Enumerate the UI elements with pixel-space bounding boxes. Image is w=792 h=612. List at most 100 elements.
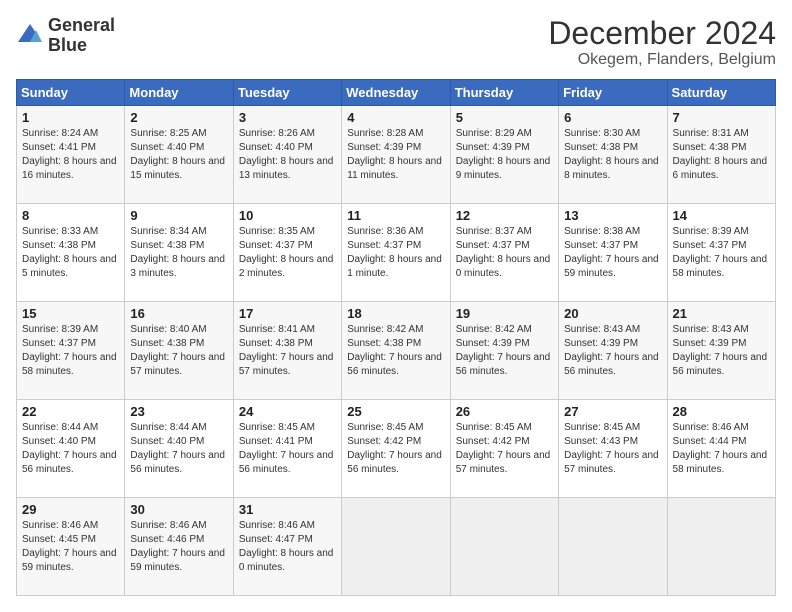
- col-thursday: Thursday: [450, 80, 558, 106]
- day-number: 21: [673, 306, 770, 321]
- day-info: Sunrise: 8:46 AMSunset: 4:47 PMDaylight:…: [239, 519, 336, 575]
- calendar-cell: 8 Sunrise: 8:33 AMSunset: 4:38 PMDaylight…: [17, 204, 125, 302]
- day-number: 22: [22, 404, 119, 419]
- calendar-cell: 30Sunrise: 8:46 AMSunset: 4:46 PMDayligh…: [125, 498, 233, 596]
- day-number: 19: [456, 306, 553, 321]
- calendar-cell: 9 Sunrise: 8:34 AMSunset: 4:38 PMDaylight…: [125, 204, 233, 302]
- calendar-cell: 10 Sunrise: 8:35 AMSunset: 4:37 PMDayligh…: [233, 204, 341, 302]
- day-info: Sunrise: 8:40 AMSunset: 4:38 PMDaylight:…: [130, 323, 227, 379]
- day-info: Sunrise: 8:31 AMSunset: 4:38 PMDaylight:…: [673, 127, 770, 183]
- day-info: Sunrise: 8:44 AMSunset: 4:40 PMDaylight:…: [22, 421, 119, 477]
- day-number: 30: [130, 502, 227, 517]
- calendar-cell: 15Sunrise: 8:39 AMSunset: 4:37 PMDayligh…: [17, 302, 125, 400]
- day-info: Sunrise: 8:41 AMSunset: 4:38 PMDaylight:…: [239, 323, 336, 379]
- calendar-table: Sunday Monday Tuesday Wednesday Thursday…: [16, 79, 776, 596]
- day-info: Sunrise: 8:35 AMSunset: 4:37 PMDaylight:…: [239, 225, 336, 281]
- calendar-row-4: 22 Sunrise: 8:44 AMSunset: 4:40 PMDayligh…: [17, 400, 776, 498]
- day-number: 1: [22, 110, 119, 125]
- day-number: 13: [564, 208, 661, 223]
- calendar-cell: 20Sunrise: 8:43 AMSunset: 4:39 PMDayligh…: [559, 302, 667, 400]
- day-info: Sunrise: 8:34 AMSunset: 4:38 PMDaylight:…: [130, 225, 227, 281]
- calendar-cell: 2Sunrise: 8:25 AMSunset: 4:40 PMDaylight…: [125, 106, 233, 204]
- calendar-cell: 19 Sunrise: 8:42 AMSunset: 4:39 PMDayligh…: [450, 302, 558, 400]
- title-block: December 2024 Okegem, Flanders, Belgium: [548, 16, 776, 69]
- logo: General Blue: [16, 16, 115, 56]
- day-info: Sunrise: 8:24 AMSunset: 4:41 PMDaylight:…: [22, 127, 119, 183]
- day-number: 9: [130, 208, 227, 223]
- calendar-cell: 17Sunrise: 8:41 AMSunset: 4:38 PMDayligh…: [233, 302, 341, 400]
- calendar-row-3: 15Sunrise: 8:39 AMSunset: 4:37 PMDayligh…: [17, 302, 776, 400]
- calendar-cell: 25Sunrise: 8:45 AMSunset: 4:42 PMDayligh…: [342, 400, 450, 498]
- day-info: Sunrise: 8:45 AMSunset: 4:43 PMDaylight:…: [564, 421, 661, 477]
- calendar-cell: 1 Sunrise: 8:24 AMSunset: 4:41 PMDaylight…: [17, 106, 125, 204]
- calendar-cell: 16 Sunrise: 8:40 AMSunset: 4:38 PMDayligh…: [125, 302, 233, 400]
- day-info: Sunrise: 8:25 AMSunset: 4:40 PMDaylight:…: [130, 127, 227, 183]
- col-saturday: Saturday: [667, 80, 775, 106]
- calendar-cell: 31Sunrise: 8:46 AMSunset: 4:47 PMDayligh…: [233, 498, 341, 596]
- day-info: Sunrise: 8:30 AMSunset: 4:38 PMDaylight:…: [564, 127, 661, 183]
- day-info: Sunrise: 8:36 AMSunset: 4:37 PMDaylight:…: [347, 225, 444, 281]
- calendar-cell: 29 Sunrise: 8:46 AMSunset: 4:45 PMDayligh…: [17, 498, 125, 596]
- logo-icon: [16, 22, 44, 50]
- calendar-cell: 22 Sunrise: 8:44 AMSunset: 4:40 PMDayligh…: [17, 400, 125, 498]
- calendar-title: December 2024: [548, 16, 776, 51]
- day-info: Sunrise: 8:28 AMSunset: 4:39 PMDaylight:…: [347, 127, 444, 183]
- day-number: 29: [22, 502, 119, 517]
- calendar-cell: 12 Sunrise: 8:37 AMSunset: 4:37 PMDayligh…: [450, 204, 558, 302]
- day-number: 27: [564, 404, 661, 419]
- day-info: Sunrise: 8:39 AMSunset: 4:37 PMDaylight:…: [22, 323, 119, 379]
- day-info: Sunrise: 8:46 AMSunset: 4:45 PMDaylight:…: [22, 519, 119, 575]
- calendar-cell: 23 Sunrise: 8:44 AMSunset: 4:40 PMDayligh…: [125, 400, 233, 498]
- day-number: 7: [673, 110, 770, 125]
- day-number: 24: [239, 404, 336, 419]
- day-info: Sunrise: 8:33 AMSunset: 4:38 PMDaylight:…: [22, 225, 119, 281]
- calendar-cell: 28 Sunrise: 8:46 AMSunset: 4:44 PMDayligh…: [667, 400, 775, 498]
- day-number: 10: [239, 208, 336, 223]
- day-number: 23: [130, 404, 227, 419]
- calendar-row-1: 1 Sunrise: 8:24 AMSunset: 4:41 PMDaylight…: [17, 106, 776, 204]
- col-tuesday: Tuesday: [233, 80, 341, 106]
- day-number: 26: [456, 404, 553, 419]
- calendar-cell: 21 Sunrise: 8:43 AMSunset: 4:39 PMDayligh…: [667, 302, 775, 400]
- logo-line2: Blue: [48, 36, 115, 56]
- day-info: Sunrise: 8:43 AMSunset: 4:39 PMDaylight:…: [564, 323, 661, 379]
- day-info: Sunrise: 8:37 AMSunset: 4:37 PMDaylight:…: [456, 225, 553, 281]
- calendar-cell: 6 Sunrise: 8:30 AMSunset: 4:38 PMDaylight…: [559, 106, 667, 204]
- day-info: Sunrise: 8:43 AMSunset: 4:39 PMDaylight:…: [673, 323, 770, 379]
- calendar-subtitle: Okegem, Flanders, Belgium: [548, 51, 776, 69]
- page: General Blue December 2024 Okegem, Fland…: [0, 0, 792, 612]
- calendar-row-2: 8 Sunrise: 8:33 AMSunset: 4:38 PMDaylight…: [17, 204, 776, 302]
- day-info: Sunrise: 8:26 AMSunset: 4:40 PMDaylight:…: [239, 127, 336, 183]
- day-number: 8: [22, 208, 119, 223]
- col-monday: Monday: [125, 80, 233, 106]
- day-info: Sunrise: 8:44 AMSunset: 4:40 PMDaylight:…: [130, 421, 227, 477]
- day-number: 16: [130, 306, 227, 321]
- col-sunday: Sunday: [17, 80, 125, 106]
- day-info: Sunrise: 8:42 AMSunset: 4:38 PMDaylight:…: [347, 323, 444, 379]
- day-number: 5: [456, 110, 553, 125]
- day-info: Sunrise: 8:38 AMSunset: 4:37 PMDaylight:…: [564, 225, 661, 281]
- day-info: Sunrise: 8:42 AMSunset: 4:39 PMDaylight:…: [456, 323, 553, 379]
- day-info: Sunrise: 8:29 AMSunset: 4:39 PMDaylight:…: [456, 127, 553, 183]
- day-number: 11: [347, 208, 444, 223]
- day-info: Sunrise: 8:45 AMSunset: 4:41 PMDaylight:…: [239, 421, 336, 477]
- day-number: 3: [239, 110, 336, 125]
- calendar-cell: 5 Sunrise: 8:29 AMSunset: 4:39 PMDaylight…: [450, 106, 558, 204]
- calendar-cell: 24 Sunrise: 8:45 AMSunset: 4:41 PMDayligh…: [233, 400, 341, 498]
- calendar-cell: 26 Sunrise: 8:45 AMSunset: 4:42 PMDayligh…: [450, 400, 558, 498]
- day-number: 6: [564, 110, 661, 125]
- calendar-cell: [559, 498, 667, 596]
- header: General Blue December 2024 Okegem, Fland…: [16, 16, 776, 69]
- logo-text: General Blue: [48, 16, 115, 56]
- day-number: 28: [673, 404, 770, 419]
- day-info: Sunrise: 8:45 AMSunset: 4:42 PMDaylight:…: [347, 421, 444, 477]
- day-number: 14: [673, 208, 770, 223]
- calendar-row-5: 29 Sunrise: 8:46 AMSunset: 4:45 PMDayligh…: [17, 498, 776, 596]
- calendar-cell: 18Sunrise: 8:42 AMSunset: 4:38 PMDayligh…: [342, 302, 450, 400]
- day-number: 12: [456, 208, 553, 223]
- col-wednesday: Wednesday: [342, 80, 450, 106]
- calendar-cell: 3 Sunrise: 8:26 AMSunset: 4:40 PMDaylight…: [233, 106, 341, 204]
- day-info: Sunrise: 8:46 AMSunset: 4:44 PMDaylight:…: [673, 421, 770, 477]
- day-info: Sunrise: 8:45 AMSunset: 4:42 PMDaylight:…: [456, 421, 553, 477]
- calendar-cell: 13 Sunrise: 8:38 AMSunset: 4:37 PMDayligh…: [559, 204, 667, 302]
